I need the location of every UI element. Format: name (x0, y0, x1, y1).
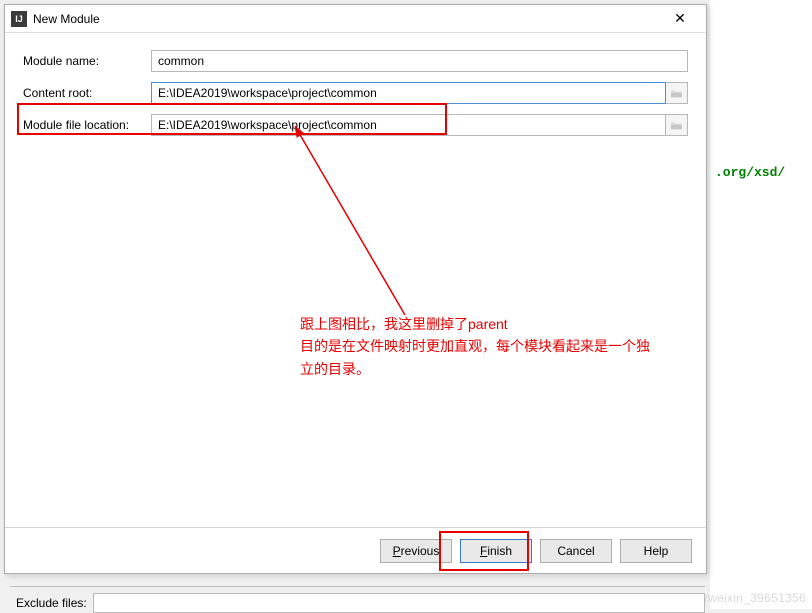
content-root-label: Content root: (23, 86, 151, 100)
help-button[interactable]: Help (620, 539, 692, 563)
annotation-line-1: 跟上图相比，我这里删掉了parent (300, 313, 660, 335)
close-button[interactable]: ✕ (660, 6, 700, 32)
previous-label-rest: revious (401, 544, 440, 558)
exclude-files-label: Exclude files: (16, 596, 87, 610)
module-file-location-label: Module file location: (23, 118, 151, 132)
button-bar: Previous Finish Cancel Help (5, 527, 706, 573)
content-root-input[interactable] (151, 82, 666, 104)
annotation-text: 跟上图相比，我这里删掉了parent 目的是在文件映射时更加直观，每个模块看起来… (300, 313, 660, 380)
content-root-row: Content root: (23, 81, 688, 105)
background-panel (710, 0, 812, 609)
annotation-line-2: 目的是在文件映射时更加直观，每个模块看起来是一个独立的目录。 (300, 335, 660, 380)
module-name-input[interactable] (151, 50, 688, 72)
module-file-location-browse-button[interactable] (666, 114, 688, 136)
annotation-arrow (285, 125, 445, 320)
finish-button[interactable]: Finish (460, 539, 532, 563)
content-root-browse-button[interactable] (666, 82, 688, 104)
module-name-row: Module name: (23, 49, 688, 73)
module-file-location-input[interactable] (151, 114, 666, 136)
module-file-location-row: Module file location: (23, 113, 688, 137)
module-name-label: Module name: (23, 54, 151, 68)
titlebar: IJ New Module ✕ (5, 5, 706, 33)
close-icon: ✕ (674, 10, 686, 27)
folder-icon (670, 88, 683, 99)
exclude-files-input[interactable] (93, 593, 705, 613)
cancel-button[interactable]: Cancel (540, 539, 612, 563)
previous-button[interactable]: Previous (380, 539, 452, 563)
dialog-content: Module name: Content root: Module file l… (5, 33, 706, 527)
folder-icon (670, 120, 683, 131)
app-icon: IJ (11, 11, 27, 27)
background-code-fragment: .org/xsd/ (715, 165, 785, 180)
new-module-dialog: IJ New Module ✕ Module name: Content roo… (4, 4, 707, 574)
finish-label-rest: inish (487, 544, 512, 558)
dialog-title: New Module (33, 12, 660, 26)
